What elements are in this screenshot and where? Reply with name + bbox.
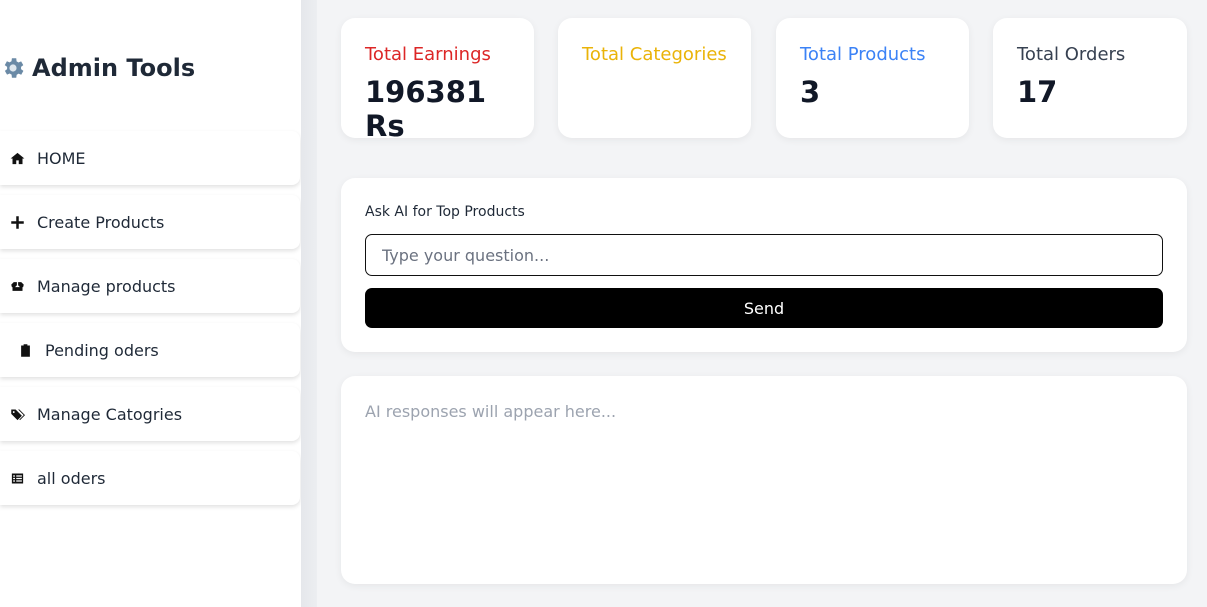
clipboard-icon (17, 342, 33, 358)
tags-icon (9, 406, 25, 422)
stat-value: 17 (1017, 75, 1058, 109)
stat-value: 3 (800, 75, 821, 109)
sidebar-item-manage-categories[interactable]: Manage Catogries (0, 387, 300, 441)
send-button[interactable]: Send (365, 288, 1163, 328)
sidebar-item-home[interactable]: HOME (0, 131, 300, 185)
stat-value: 196381 Rs (365, 75, 487, 143)
ai-response-placeholder: AI responses will appear here... (365, 402, 617, 421)
stat-card-earnings: Total Earnings 196381 Rs (341, 18, 534, 143)
ask-ai-label: Ask AI for Top Products (365, 204, 525, 220)
brand-title: Admin Tools (32, 54, 196, 82)
ask-ai-panel: Ask AI for Top Products Send (341, 178, 1187, 352)
sidebar-item-all-orders[interactable]: all oders (0, 451, 300, 505)
stat-card-categories: Total Categories (558, 18, 751, 138)
list-icon (9, 470, 25, 486)
stat-label: Total Earnings (365, 44, 491, 65)
sidebar-item-label: Pending oders (45, 340, 159, 360)
home-icon (9, 150, 25, 166)
gear-icon (4, 58, 24, 78)
sidebar-divider (301, 0, 317, 607)
sidebar-item-label: Manage products (37, 276, 176, 296)
sidebar-item-label: Manage Catogries (37, 404, 183, 424)
sidebar-item-manage-products[interactable]: Manage products (0, 259, 300, 313)
question-input[interactable] (365, 234, 1163, 276)
plus-icon (9, 214, 25, 230)
ai-response-panel: AI responses will appear here... (341, 376, 1187, 584)
sidebar-item-label: Create Products (37, 212, 165, 232)
stat-label: Total Orders (1017, 44, 1126, 65)
sidebar-item-pending-orders[interactable]: Pending oders (0, 323, 300, 377)
brand: Admin Tools (0, 54, 195, 82)
sidebar-item-label: HOME (37, 148, 86, 168)
sidebar-item-label: all oders (37, 468, 106, 488)
stat-card-orders: Total Orders 17 (993, 18, 1187, 138)
sidebar: Admin Tools HOME Create Products Manage … (0, 0, 301, 607)
stat-card-products: Total Products 3 (776, 18, 969, 138)
boxes-icon (9, 278, 25, 294)
sidebar-item-create-products[interactable]: Create Products (0, 195, 300, 249)
stat-label: Total Products (800, 44, 926, 65)
stat-label: Total Categories (582, 44, 727, 65)
